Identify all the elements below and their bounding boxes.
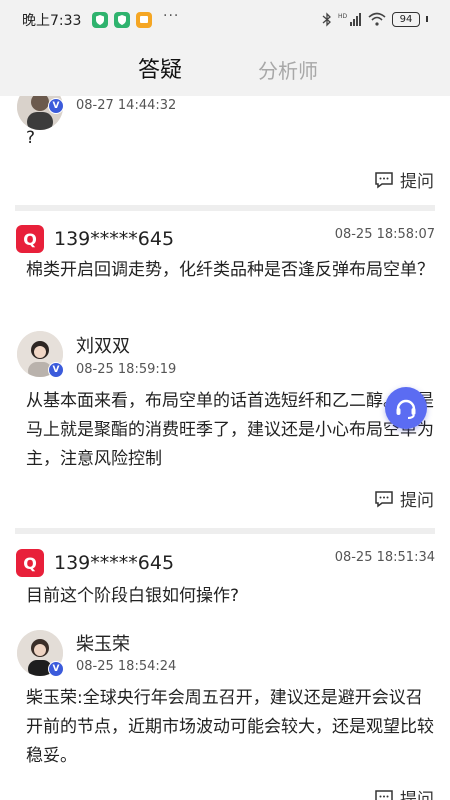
ask-button[interactable]: 提问 bbox=[374, 167, 434, 192]
verified-badge-icon: V bbox=[48, 362, 64, 378]
status-right: HD 94 bbox=[322, 10, 428, 28]
asker-id: 139*****645 bbox=[54, 552, 175, 574]
card-divider bbox=[15, 528, 435, 534]
ask-button[interactable]: 提问 bbox=[374, 785, 434, 800]
battery-icon: 94 bbox=[392, 11, 420, 27]
analyst-name[interactable]: 刘双双 bbox=[76, 332, 130, 358]
bluetooth-icon bbox=[322, 11, 331, 27]
svg-text:HD: HD bbox=[338, 13, 348, 20]
question-time: 08-25 18:58:07 bbox=[334, 227, 435, 242]
more-notifications-icon: ··· bbox=[163, 8, 180, 24]
asker-id: 139*****645 bbox=[54, 228, 175, 250]
status-time: 晚上7:33 bbox=[22, 13, 82, 29]
status-bar: 晚上7:33 ··· HD 94 bbox=[0, 0, 450, 38]
chat-bubble-icon bbox=[375, 171, 393, 188]
ask-label: 提问 bbox=[400, 790, 434, 800]
answer-time: 08-25 18:54:24 bbox=[76, 659, 177, 674]
battery-level: 94 bbox=[399, 13, 413, 25]
customer-service-icon bbox=[396, 399, 416, 419]
answer-text: 从基本面来看，布局空单的话首选短纤和乙二醇。但是马上就是聚酯的消费旺季了，建议还… bbox=[26, 391, 434, 469]
answer-time: 08-25 18:59:19 bbox=[76, 362, 177, 377]
q-logo-icon: Q bbox=[16, 549, 44, 577]
card-divider bbox=[15, 205, 435, 211]
q-logo-icon: Q bbox=[16, 225, 44, 253]
customer-service-button[interactable] bbox=[385, 387, 427, 429]
tab-bar: 答疑 分析师 bbox=[0, 38, 450, 96]
verified-badge-icon: V bbox=[48, 98, 64, 114]
verified-badge-icon: V bbox=[48, 661, 64, 677]
analyst-name[interactable]: 柴玉荣 bbox=[76, 630, 130, 656]
ask-label: 提问 bbox=[400, 172, 434, 192]
signal-icon: HD bbox=[338, 12, 361, 26]
question-text: 棉类开启回调走势，化纤类品种是否逢反弹布局空单？ bbox=[26, 260, 434, 280]
question-text: 目前这个阶段白银如何操作? bbox=[26, 586, 240, 606]
answer-text: ? bbox=[26, 128, 36, 148]
question-time: 08-25 18:51:34 bbox=[334, 550, 435, 565]
shield-green-icon bbox=[114, 12, 130, 28]
chat-bubble-icon bbox=[375, 490, 393, 507]
tab-qa[interactable]: 答疑 bbox=[138, 52, 182, 84]
answer-text: 柴玉荣:全球央行年会周五召开，建议还是避开会议召开前的节点，近期市场波动可能会较… bbox=[26, 688, 434, 766]
ask-button[interactable]: 提问 bbox=[374, 486, 434, 511]
tab-analysts[interactable]: 分析师 bbox=[258, 55, 318, 84]
message-orange-icon bbox=[136, 12, 152, 28]
wifi-icon bbox=[368, 12, 386, 26]
qa-list[interactable]: V 08-27 14:44:32 ? 提问 Q 139*****645 08-2… bbox=[0, 96, 450, 800]
ask-label: 提问 bbox=[400, 491, 434, 511]
chat-bubble-icon bbox=[375, 789, 393, 800]
shield-green-icon bbox=[92, 12, 108, 28]
answer-time: 08-27 14:44:32 bbox=[76, 98, 177, 113]
battery-tip bbox=[426, 16, 428, 22]
